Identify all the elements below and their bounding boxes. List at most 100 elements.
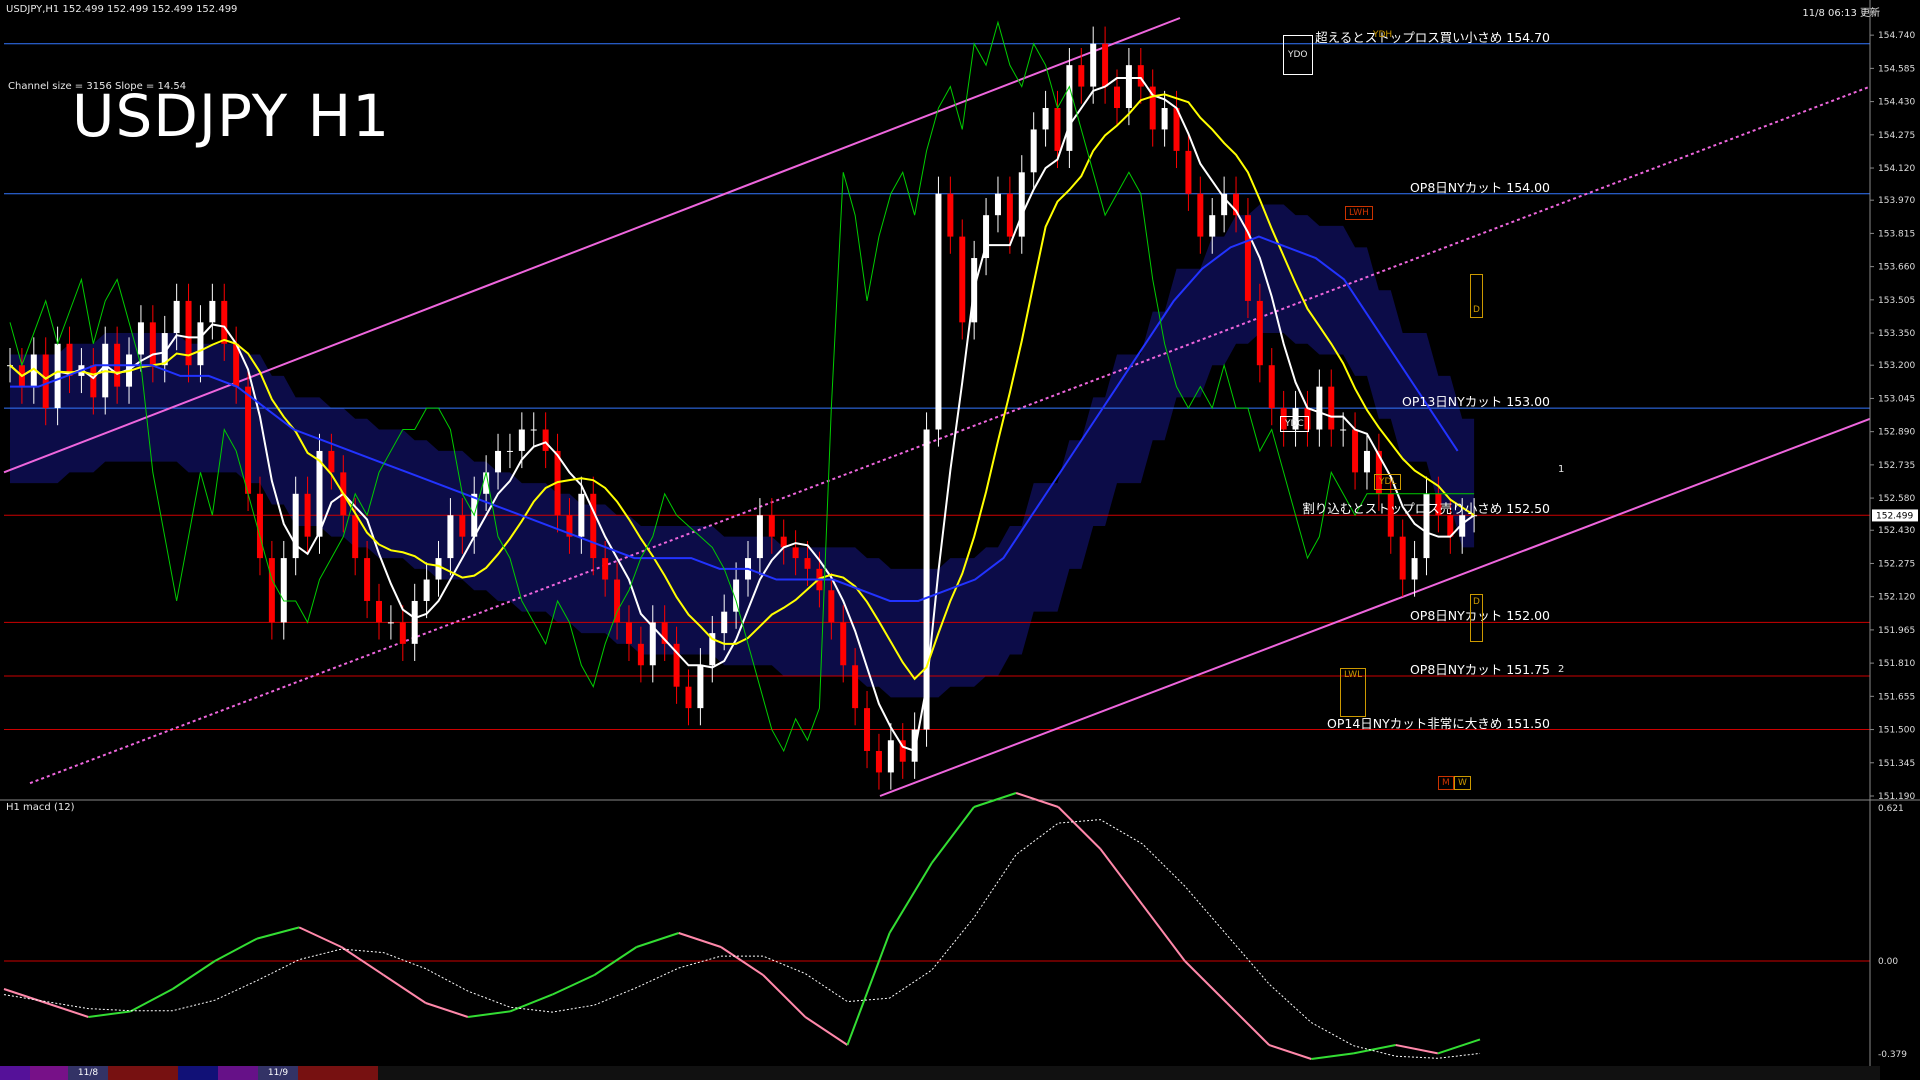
period-tab[interactable] [218,1066,258,1080]
current-price-label: 152.499 [1876,511,1913,521]
period-tab[interactable] [0,1066,30,1080]
ydh-label: YDH [1373,30,1393,40]
candle-body [1090,43,1097,87]
candle-body [1054,108,1061,151]
candle-body [1161,108,1168,130]
update-datetime: 11/8 06:13 更新 [1802,8,1880,19]
candle-body [459,515,466,537]
candle-body [66,343,73,376]
y-tick-label: 151.345 [1878,759,1915,769]
candle-body [1340,429,1347,431]
y-tick-label: 152.580 [1878,494,1915,504]
macd-tick-label: 0.621 [1878,804,1904,814]
chart-title: USDJPY H1 [72,82,391,150]
candle-body [875,750,882,773]
d-label-lower: D [1470,594,1483,642]
macd-tick-label: 0.00 [1878,957,1898,967]
candle-body [292,493,299,559]
candle-body [209,300,216,323]
period-tab[interactable] [30,1066,68,1080]
candle-body [721,611,728,634]
candle-body [887,740,894,773]
candle-body [149,322,156,366]
period-tab-11-9[interactable]: 11/9 [258,1066,298,1080]
candle-body [1006,193,1013,237]
lwh-label: LWH [1345,206,1373,220]
candle-body [506,450,513,452]
candle-body [637,643,644,666]
candle-body [256,493,263,559]
price-annotation: 割り込むとストップロス売り小さめ 152.50 [1302,501,1550,517]
macd-title: H1 macd (12) [6,802,75,813]
lwl-label: LWL [1340,668,1367,717]
y-tick-label: 154.275 [1878,131,1915,141]
candle-body [994,193,1001,216]
candle-body [221,300,228,344]
candle-body [90,365,97,398]
candle-body [697,665,704,709]
candle-body [542,429,549,451]
price-annotation: OP8日NYカット 154.00 [1409,179,1550,195]
candle-body [1185,150,1192,194]
candle-body [959,236,966,323]
candle-body [947,193,954,237]
y-tick-label: 153.200 [1878,361,1915,371]
candle-body [590,493,597,559]
period-bar: 11/8 11/9 [0,1066,1880,1080]
candle-body [756,515,763,559]
y-tick-label: 154.120 [1878,164,1915,174]
period-tab-11-8[interactable]: 11/8 [68,1066,108,1080]
candle-body [518,429,525,451]
candle-body [364,558,371,601]
candle-body [42,354,49,409]
w-label: W [1454,776,1471,790]
y-tick-label: 154.740 [1878,31,1915,41]
candle-body [935,193,942,430]
y-tick-label: 153.970 [1878,196,1915,206]
candle-body [1018,172,1025,237]
candle-body [792,547,799,559]
y-tick-label: 154.430 [1878,98,1915,108]
candle-body [1030,129,1037,173]
candle-body [1197,193,1204,237]
candle-body [173,300,180,334]
candle-body [768,515,775,537]
candle-body [840,622,847,666]
candle-body [137,322,144,355]
candle-body [1078,65,1085,87]
candle-body [423,579,430,601]
candle-body [245,386,252,494]
candle-body [852,665,859,709]
price-chart[interactable]: 0.621 0.00 -0.379 154.740 154.585 154.430 154… [0,0,1920,1080]
candle-body [578,493,585,537]
y-tick-label: 151.500 [1878,726,1915,736]
candle-body [435,558,442,580]
y-tick-label: 152.120 [1878,593,1915,603]
candle-body [530,429,537,431]
candle-body [268,558,275,623]
period-tab[interactable] [298,1066,378,1080]
ydo-label: YDO [1283,35,1313,75]
chart-background [0,0,1920,1080]
candle-body [1114,86,1120,109]
period-tab[interactable] [178,1066,218,1080]
candle-body [280,558,287,623]
price-annotation: OP13日NYカット 153.00 [1402,394,1550,410]
candle-body [399,622,406,644]
candle-body [1125,65,1132,109]
y-tick-label: 153.660 [1878,263,1915,273]
candle-body [1268,365,1275,409]
y-tick-label: 152.275 [1878,559,1915,569]
candle-body [804,558,811,569]
candle-body [447,515,454,559]
price-annotation: OP8日NYカット 151.75 [1409,661,1550,677]
level-marker-2: 2 [1558,664,1565,675]
y-tick-label: 151.655 [1878,692,1915,702]
candle-body [1399,536,1406,580]
level-marker-1: 1 [1558,464,1565,475]
candle-body [304,493,311,537]
candle-body [1352,429,1359,473]
period-tab[interactable] [108,1066,178,1080]
m-label: M [1438,776,1454,790]
candle-body [1066,65,1073,151]
